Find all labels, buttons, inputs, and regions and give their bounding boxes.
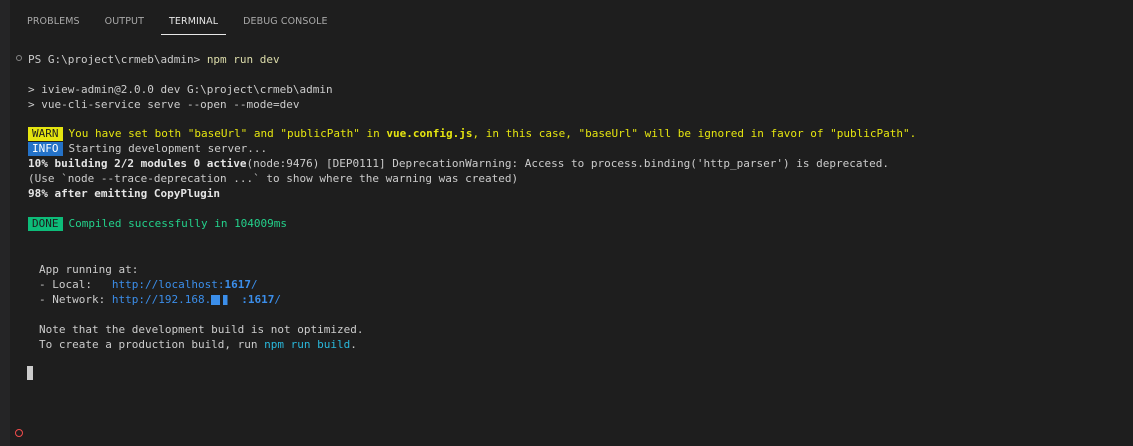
done-badge: DONE <box>28 217 63 231</box>
local-url-suffix[interactable]: / <box>251 278 258 291</box>
network-url-suffix[interactable]: / <box>274 293 281 306</box>
terminal-panel: PROBLEMS OUTPUT TERMINAL DEBUG CONSOLE P… <box>0 0 1133 446</box>
redacted-ip <box>211 295 242 305</box>
warn-text-end: , in this case, "baseUrl" will be ignore… <box>472 127 917 140</box>
trace-hint-line: (Use `node --trace-deprecation ...` to s… <box>28 172 519 185</box>
info-text: Starting development server... <box>68 142 268 155</box>
network-port[interactable]: 1617 <box>248 293 275 306</box>
note-line: Note that the development build is not o… <box>39 323 364 336</box>
command: npm run dev <box>206 53 280 66</box>
deprecation-text: (node:9476) [DEP0111] DeprecationWarning… <box>246 157 889 170</box>
done-text: Compiled successfully in 104009ms <box>68 217 288 230</box>
terminal-cursor <box>27 366 33 380</box>
script-line: > iview-admin@2.0.0 dev G:\project\crmeb… <box>28 83 333 96</box>
script-line: > vue-cli-service serve --open --mode=de… <box>28 98 300 111</box>
prompt: PS G:\project\crmeb\admin> <box>28 53 207 66</box>
tab-debug-console[interactable]: DEBUG CONSOLE <box>235 8 336 35</box>
warn-line: WARN You have set both "baseUrl" and "pub… <box>28 126 916 141</box>
build-line: 10% building 2/2 modules 0 active(node:9… <box>28 156 889 171</box>
network-port-sep[interactable]: : <box>241 293 248 306</box>
local-port[interactable]: 1617 <box>224 278 251 291</box>
prod-line: To create a production build, run npm ru… <box>39 337 357 352</box>
local-label: - Local: <box>39 278 112 291</box>
tab-problems[interactable]: PROBLEMS <box>19 8 88 35</box>
app-running-line: App running at: <box>39 263 139 276</box>
build-progress: 10% building 2/2 modules 0 active <box>28 157 247 170</box>
panel-tab-bar: PROBLEMS OUTPUT TERMINAL DEBUG CONSOLE <box>10 6 336 36</box>
network-line: - Network: http://192.168.:1617/ <box>39 292 281 307</box>
info-badge: INFO <box>28 142 63 156</box>
local-line: - Local: http://localhost:1617/ <box>39 277 258 292</box>
error-decoration-icon[interactable] <box>15 429 23 437</box>
command-decoration-icon[interactable] <box>16 55 22 61</box>
left-gutter <box>0 0 10 446</box>
network-url-prefix[interactable]: http://192.168. <box>112 293 211 306</box>
network-label: - Network: <box>39 293 112 306</box>
prod-prefix: To create a production build, run <box>39 338 265 351</box>
local-url-prefix[interactable]: http://localhost: <box>112 278 225 291</box>
tab-output[interactable]: OUTPUT <box>97 8 152 35</box>
tab-terminal[interactable]: TERMINAL <box>160 8 227 35</box>
warn-badge: WARN <box>28 127 63 141</box>
info-line: INFO Starting development server... <box>28 141 267 156</box>
emit-line: 98% after emitting CopyPlugin <box>28 187 221 200</box>
prod-suffix: . <box>350 338 357 351</box>
done-line: DONE Compiled successfully in 104009ms <box>28 216 287 231</box>
warn-text: You have set both "baseUrl" and "publicP… <box>68 127 387 140</box>
prompt-line: PS G:\project\crmeb\admin> npm run dev <box>28 52 280 67</box>
prod-command: npm run build <box>264 338 351 351</box>
warn-file: vue.config.js <box>386 127 473 140</box>
